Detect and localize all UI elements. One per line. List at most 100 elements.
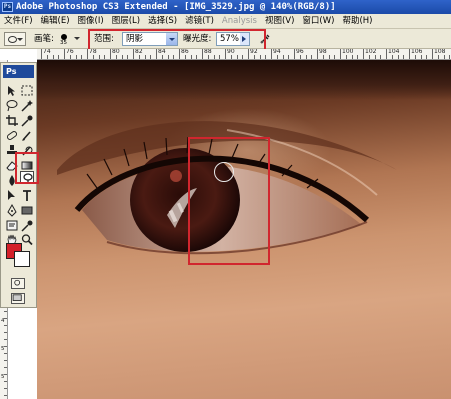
ruler-tick	[449, 55, 451, 59]
crop-tool[interactable]	[5, 114, 19, 127]
ruler-tick	[236, 55, 238, 59]
ruler-tick	[230, 55, 232, 59]
notes-tool[interactable]	[5, 219, 19, 232]
title-bar: Ps Adobe Photoshop CS3 Extended - [IMG_3…	[0, 0, 451, 14]
magic-wand-tool[interactable]	[20, 99, 34, 112]
rectangle-icon	[21, 206, 33, 215]
photoshop-app-icon: Ps	[2, 2, 13, 12]
ruler-tick	[334, 55, 336, 59]
ruler-tick	[4, 353, 7, 354]
healing-brush-tool[interactable]	[5, 129, 19, 142]
menu-analysis[interactable]: Analysis	[218, 14, 261, 28]
ruler-tick	[225, 49, 226, 59]
ruler-tick	[368, 55, 370, 59]
ruler-tick	[110, 49, 111, 59]
menu-help[interactable]: 帮助(H)	[338, 14, 376, 28]
shape-tool[interactable]	[20, 204, 34, 217]
screen-mode-icon	[12, 294, 22, 301]
move-tool[interactable]	[5, 84, 19, 97]
lasso-tool[interactable]	[5, 99, 19, 112]
ruler-tick	[271, 49, 272, 59]
ruler-tick	[380, 55, 382, 59]
menu-file[interactable]: 文件(F)	[0, 14, 37, 28]
ruler-tick	[4, 318, 7, 319]
ruler-tick	[75, 55, 77, 59]
ruler-tick	[173, 55, 175, 59]
ruler-tick	[4, 346, 7, 347]
ruler-tick	[311, 55, 313, 59]
brush-tool[interactable]	[20, 129, 34, 142]
ruler-tick	[4, 374, 7, 375]
brush-picker-chevron-icon[interactable]	[74, 37, 80, 40]
ruler-tick	[4, 388, 7, 389]
ruler-tick	[190, 55, 192, 59]
zoom-tool[interactable]	[20, 233, 34, 246]
ruler-tick	[299, 55, 301, 59]
marquee-tool[interactable]	[20, 84, 34, 97]
ruler-tick	[305, 55, 307, 59]
ruler-tick	[345, 55, 347, 59]
ruler-tick	[127, 55, 129, 59]
background-color-swatch[interactable]	[14, 251, 30, 267]
menu-filter[interactable]: 滤镜(T)	[181, 14, 218, 28]
highlight-eye-box	[188, 137, 270, 265]
ruler-tick	[288, 55, 290, 59]
ruler-tick	[391, 55, 393, 59]
menu-edit[interactable]: 编辑(E)	[37, 14, 74, 28]
eyedropper-icon	[21, 220, 33, 232]
ruler-tick	[98, 55, 100, 59]
menu-select[interactable]: 选择(S)	[144, 14, 181, 28]
marquee-icon	[21, 85, 33, 96]
crop-icon	[6, 115, 18, 126]
eyedropper-icon	[21, 115, 33, 127]
ruler-tick	[4, 339, 7, 340]
ruler-tick	[4, 381, 7, 382]
magnifier-icon	[21, 234, 33, 246]
ruler-tick	[4, 311, 7, 312]
ruler-tick	[443, 55, 445, 59]
ruler-tick	[317, 49, 318, 59]
ruler-tick	[58, 55, 60, 59]
note-icon	[6, 220, 18, 231]
pen-tool[interactable]	[5, 204, 19, 217]
tool-preset-picker[interactable]	[4, 32, 26, 46]
ruler-tick	[409, 49, 410, 59]
eyedropper-tool[interactable]	[20, 114, 34, 127]
highlight-dodge-tool-box	[15, 152, 39, 184]
move-icon	[8, 86, 15, 96]
ruler-tick	[202, 49, 203, 59]
menu-image[interactable]: 图像(I)	[74, 14, 108, 28]
lasso-icon	[6, 100, 18, 112]
menu-layer[interactable]: 图层(L)	[108, 14, 144, 28]
ruler-tick	[248, 49, 249, 59]
ruler-tick	[41, 49, 42, 59]
ruler-horizontal: 74 76 78 80 82 84 86 88 90 92 94 96 98 100 102 104 106 10…	[37, 49, 451, 60]
ruler-tick	[184, 55, 186, 59]
ruler-tick	[351, 55, 353, 59]
menu-window[interactable]: 窗口(W)	[298, 14, 338, 28]
ruler-tick	[46, 55, 48, 59]
brush-size-value: 35	[60, 40, 67, 46]
path-selection-tool[interactable]	[5, 189, 19, 202]
window-title: Adobe Photoshop CS3 Extended - [IMG_3529…	[16, 2, 336, 12]
ruler-tick	[196, 55, 198, 59]
ruler-tick	[4, 332, 7, 333]
brush-label: 画笔:	[34, 34, 54, 44]
ruler-tick	[52, 55, 54, 59]
eyedropper-sample-tool[interactable]	[20, 219, 34, 232]
ruler-tick	[150, 55, 152, 59]
quick-mask-button[interactable]	[11, 278, 25, 289]
screen-mode-button[interactable]	[11, 293, 25, 304]
ruler-tick	[426, 55, 428, 59]
ruler-tick	[213, 55, 215, 59]
ruler-tick	[104, 55, 106, 59]
menu-view[interactable]: 视图(V)	[261, 14, 298, 28]
ruler-tick	[133, 49, 134, 59]
path-arrow-icon	[8, 190, 15, 200]
ruler-tick	[219, 55, 221, 59]
ruler-tick	[4, 360, 7, 361]
ruler-tick	[282, 55, 284, 59]
magic-wand-icon	[21, 100, 33, 112]
bandage-icon	[6, 131, 18, 140]
type-tool[interactable]	[20, 189, 34, 202]
